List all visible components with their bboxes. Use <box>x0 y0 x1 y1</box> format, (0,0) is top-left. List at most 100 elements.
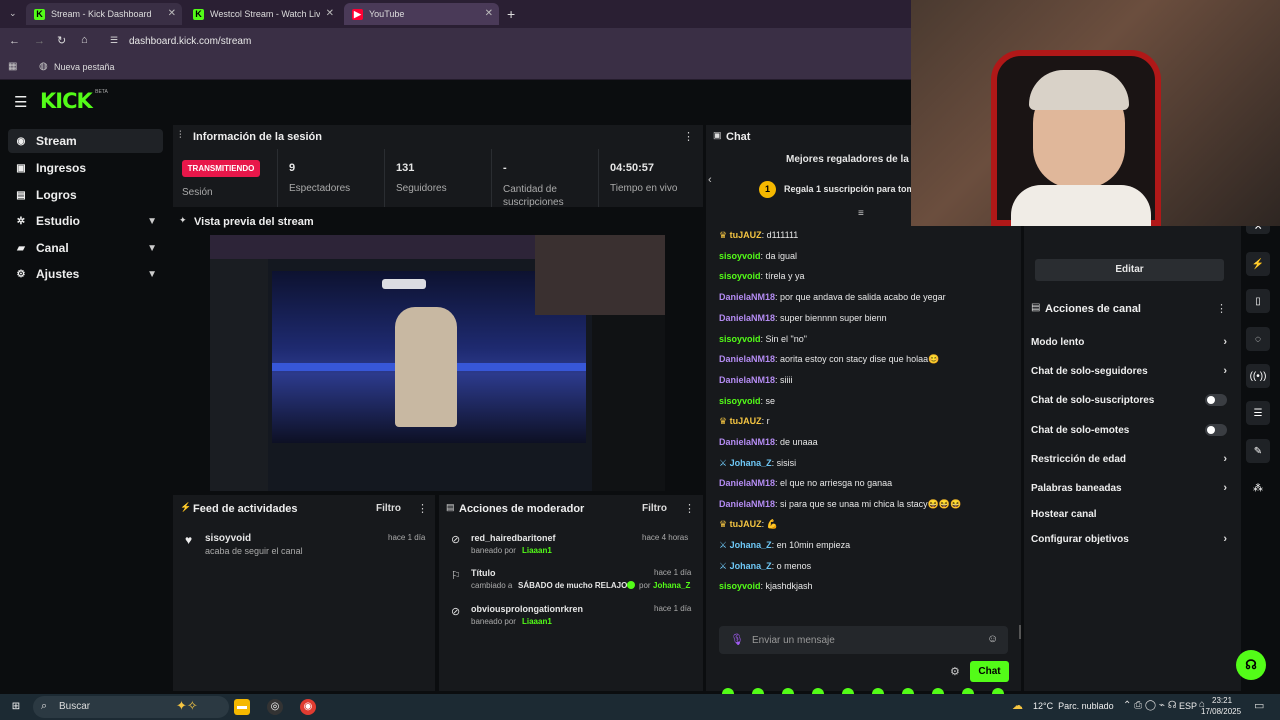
emoji-icon[interactable]: ☺ <box>987 633 998 645</box>
clock-time[interactable]: 23:21 <box>1212 696 1232 705</box>
layers-icon[interactable]: ☰ <box>1246 401 1270 425</box>
action-host-channel[interactable]: Hostear canal <box>1031 509 1227 520</box>
more-options-icon[interactable]: ⋮ <box>683 130 694 143</box>
gift-sub-text[interactable]: Regala 1 suscripción para toma <box>784 184 920 194</box>
broadcast-icon[interactable]: ((•)) <box>1246 364 1270 388</box>
chat-message: sisoyvoid: se <box>719 396 776 406</box>
chat-username[interactable]: sisoyvoid <box>719 396 761 406</box>
clock-date[interactable]: 17/08/2025 <box>1201 707 1241 716</box>
language-indicator[interactable]: ESP <box>1179 701 1197 711</box>
sidebar-item-label: Ingresos <box>36 161 87 175</box>
chat-scrollbar[interactable] <box>1019 625 1021 639</box>
collapse-icon[interactable]: ≡ <box>858 208 864 219</box>
action-followers-only[interactable]: Chat de solo-seguidores › <box>1031 365 1227 377</box>
chat-send-button[interactable]: Chat <box>970 661 1009 682</box>
menu-icon[interactable]: ☰ <box>14 93 27 111</box>
chat-username[interactable]: Johana_Z <box>730 540 772 550</box>
mod-item-detail: SÁBADO de mucho RELAJO <box>518 581 628 590</box>
sidebar-item-stream[interactable]: ◉ Stream <box>8 129 163 153</box>
lightning-icon[interactable]: ⚡ <box>1246 252 1270 276</box>
chrome-icon[interactable]: ◉ <box>300 699 316 715</box>
chat-message: ♛ tuJAUZ: r <box>719 416 770 426</box>
mod-item-by[interactable]: Liaaan1 <box>522 617 552 626</box>
chat-username[interactable]: DanielaNM18 <box>719 292 775 302</box>
wrench-icon[interactable]: ✎ <box>1246 439 1270 463</box>
stream-preview-video[interactable] <box>210 235 665 491</box>
more-options-icon[interactable]: ⋮ <box>417 502 428 515</box>
sidebar-item-estudio[interactable]: ✲ Estudio ▼ <box>8 209 163 233</box>
taskbar-search[interactable]: ⌕ Buscar ✦✧ <box>33 696 229 718</box>
chat-username[interactable]: DanielaNM18 <box>719 354 775 364</box>
sidebar-item-logros[interactable]: ▤ Logros <box>8 183 163 207</box>
chat-username[interactable]: DanielaNM18 <box>719 437 775 447</box>
url-field[interactable]: dashboard.kick.com/stream <box>129 36 251 47</box>
apps-icon[interactable]: ▦ <box>8 61 17 72</box>
back-icon[interactable]: ← <box>9 35 20 47</box>
chat-username[interactable]: DanielaNM18 <box>719 478 775 488</box>
chat-username[interactable]: sisoyvoid <box>719 334 761 344</box>
mod-item-by[interactable]: Liaaan1 <box>522 546 552 555</box>
close-tab-icon[interactable]: ✕ <box>168 8 176 19</box>
tab-kick-dashboard[interactable]: K Stream - Kick Dashboard ✕ <box>26 3 182 25</box>
mod-filter-button[interactable]: Filtro <box>642 503 667 514</box>
reload-icon[interactable]: ↻ <box>57 34 66 47</box>
document-icon[interactable]: ▯ <box>1246 289 1270 313</box>
more-options-icon[interactable]: ⋮ <box>1216 302 1227 315</box>
chat-username[interactable]: tuJAUZ <box>730 519 762 529</box>
stat-divider <box>491 149 492 207</box>
chat-username[interactable]: tuJAUZ <box>730 416 762 426</box>
tab-youtube[interactable]: ▶ YouTube ✕ <box>344 3 499 25</box>
weather-text[interactable]: 12°C Parc. nublado <box>1033 701 1114 711</box>
bookmark-new-tab[interactable]: Nueva pestaña <box>54 62 115 72</box>
system-tray-icons[interactable]: ⌃ ⎙ ◯ ⌁ ☊ <box>1123 700 1177 711</box>
file-explorer-icon[interactable]: ▬ <box>234 699 250 715</box>
obs-icon[interactable]: ◎ <box>267 699 283 715</box>
mod-title: Acciones de moderador <box>459 503 585 515</box>
chat-username[interactable]: Johana_Z <box>730 561 772 571</box>
action-label: Hostear canal <box>1031 509 1097 520</box>
nodes-icon[interactable]: ⁂ <box>1246 476 1270 500</box>
more-options-icon[interactable]: ⋮ <box>684 502 695 515</box>
mic-icon[interactable]: 🎙 <box>730 633 744 646</box>
chat-username[interactable]: DanielaNM18 <box>719 499 775 509</box>
feed-item-user[interactable]: sisoyvoid <box>205 533 251 544</box>
chat-username[interactable]: DanielaNM18 <box>719 375 775 385</box>
chevron-left-icon[interactable]: ‹ <box>708 174 712 186</box>
chat-input-box[interactable]: 🎙 Enviar un mensaje ☺ <box>719 626 1008 654</box>
chevron-down-icon: ▼ <box>147 268 157 280</box>
chat-username[interactable]: DanielaNM18 <box>719 313 775 323</box>
kick-logo[interactable]: KICK BETA <box>40 89 108 113</box>
chat-title: Chat <box>726 131 751 143</box>
windows-start-icon[interactable]: ⊞ <box>8 699 24 715</box>
sidebar-item-ingresos[interactable]: ▣ Ingresos <box>8 156 163 180</box>
chat-settings-icon[interactable]: ⚙ <box>950 665 960 678</box>
action-slow-mode[interactable]: Modo lento › <box>1031 336 1227 348</box>
close-tab-icon[interactable]: ✕ <box>485 8 493 19</box>
edit-button[interactable]: Editar <box>1035 259 1224 281</box>
subscribers-only-toggle[interactable] <box>1205 394 1227 406</box>
chat-username[interactable]: Johana_Z <box>730 458 772 468</box>
chat-bubble-icon[interactable]: ◌ <box>1246 327 1270 351</box>
feed-filter-button[interactable]: Filtro <box>376 503 401 514</box>
ban-icon: ⊘ <box>451 606 461 618</box>
help-button[interactable]: ☊ <box>1236 650 1266 680</box>
chat-username[interactable]: sisoyvoid <box>719 581 761 591</box>
action-configure-goals[interactable]: Configurar objetivos › <box>1031 533 1227 545</box>
emotes-only-toggle[interactable] <box>1205 424 1227 436</box>
chat-username[interactable]: sisoyvoid <box>719 251 761 261</box>
tab-westcol-stream[interactable]: K Westcol Stream - Watch Live o ✕ <box>185 3 340 25</box>
mod-item-by[interactable]: Johana_Z <box>653 581 690 590</box>
chat-username[interactable]: tuJAUZ <box>730 230 762 240</box>
sidebar-item-canal[interactable]: ▰ Canal ▼ <box>8 236 163 260</box>
action-banned-words[interactable]: Palabras baneadas › <box>1031 482 1227 494</box>
notifications-icon[interactable]: ▭ <box>1254 699 1264 712</box>
forward-icon[interactable]: → <box>34 35 45 47</box>
tab-list-chevron-icon[interactable]: ⌄ <box>9 8 17 19</box>
action-age-restriction[interactable]: Restricción de edad › <box>1031 453 1227 465</box>
home-icon[interactable]: ⌂ <box>81 34 88 46</box>
sidebar-item-ajustes[interactable]: ⚙ Ajustes ▼ <box>8 262 163 286</box>
close-tab-icon[interactable]: ✕ <box>326 8 334 19</box>
chat-username[interactable]: sisoyvoid <box>719 271 761 281</box>
new-tab-icon[interactable]: + <box>507 6 515 22</box>
site-info-icon[interactable]: ☰ <box>110 35 118 46</box>
